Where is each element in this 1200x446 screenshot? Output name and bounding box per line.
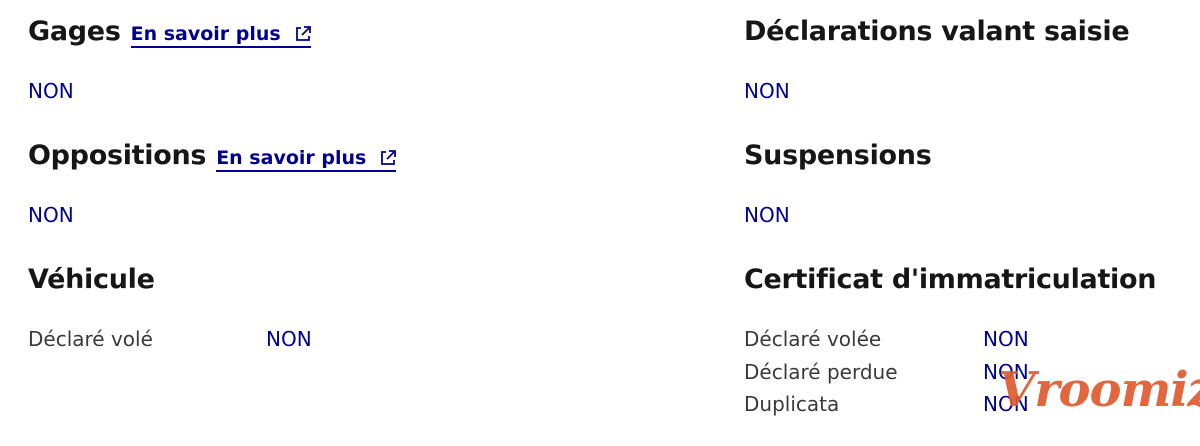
declarations-title: Déclarations valant saisie (744, 16, 1130, 47)
oppositions-learn-more-link[interactable]: En savoir plus (216, 147, 397, 172)
oppositions-section: Oppositions En savoir plus (28, 140, 397, 172)
oppositions-link-label: En savoir plus (216, 147, 367, 169)
field-label: Déclaré perdue (744, 360, 898, 384)
gages-value: NON (28, 79, 74, 103)
field-label: Duplicata (744, 392, 840, 416)
field-label: Déclaré volé (28, 327, 153, 351)
suspensions-section: Suspensions (744, 140, 932, 171)
field-label: Déclaré volée (744, 327, 882, 351)
vehicule-title: Véhicule (28, 264, 155, 295)
vehicule-section: Véhicule (28, 264, 155, 295)
oppositions-value: NON (28, 203, 74, 227)
external-link-icon (295, 26, 311, 42)
gages-learn-more-link[interactable]: En savoir plus (130, 23, 311, 48)
gages-title: Gages (28, 16, 121, 47)
field-value: NON (266, 327, 312, 351)
gages-link-label: En savoir plus (130, 23, 281, 45)
external-link-icon (380, 150, 397, 166)
declarations-section: Déclarations valant saisie (744, 16, 1130, 47)
suspensions-value: NON (744, 203, 790, 227)
gages-section: Gages En savoir plus (28, 16, 311, 48)
vroomiz-watermark: Vroomiz (998, 362, 1200, 418)
certificat-section: Certificat d'immatriculation (744, 264, 1156, 295)
declarations-value: NON (744, 79, 790, 103)
oppositions-title: Oppositions (28, 140, 207, 171)
certificat-title: Certificat d'immatriculation (744, 264, 1157, 295)
field-value: NON (983, 327, 1029, 351)
suspensions-title: Suspensions (744, 140, 932, 171)
